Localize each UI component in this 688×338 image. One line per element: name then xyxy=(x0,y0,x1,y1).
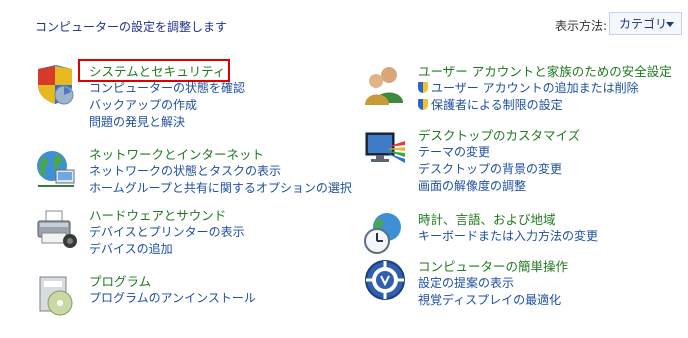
link-change-background[interactable]: デスクトップの背景の変更 xyxy=(418,161,580,178)
link-personalization[interactable]: デスクトップのカスタマイズ xyxy=(418,127,580,144)
page-title: コンピューターの設定を調整します xyxy=(35,20,228,34)
chevron-down-icon xyxy=(666,22,674,27)
link-clock-language-region[interactable]: 時計、言語、および地域 xyxy=(418,211,598,228)
shield-security-icon xyxy=(38,65,74,105)
link-uninstall-program[interactable]: プログラムのアンインストール xyxy=(89,290,256,307)
ease-of-access-icon xyxy=(365,260,405,300)
program-disc-icon xyxy=(39,276,73,316)
link-change-keyboard-input[interactable]: キーボードまたは入力方法の変更 xyxy=(418,228,598,245)
link-hardware-sound[interactable]: ハードウェアとサウンド xyxy=(89,207,245,224)
network-globe-icon xyxy=(37,151,75,187)
link-parental-controls[interactable]: 保護者による制限の設定 xyxy=(418,97,672,114)
link-programs[interactable]: プログラム xyxy=(89,273,256,290)
highlight-box xyxy=(78,59,230,82)
link-add-device[interactable]: デバイスの追加 xyxy=(89,241,245,258)
link-network-status-tasks[interactable]: ネットワークの状態とタスクの表示 xyxy=(89,163,352,180)
link-change-theme[interactable]: テーマの変更 xyxy=(418,144,580,161)
view-by-dropdown[interactable]: カテゴリ xyxy=(609,12,682,35)
link-adjust-resolution[interactable]: 画面の解像度の調整 xyxy=(418,178,580,195)
link-user-accounts-family[interactable]: ユーザー アカウントと家族のための安全設定 xyxy=(418,63,672,80)
link-devices-printers[interactable]: デバイスとプリンターの表示 xyxy=(89,224,245,241)
users-icon xyxy=(365,67,403,105)
link-ease-of-access[interactable]: コンピューターの簡単操作 xyxy=(418,258,568,275)
view-by-value: カテゴリ xyxy=(619,17,668,31)
clock-globe-icon xyxy=(364,213,401,254)
printer-icon xyxy=(37,210,77,248)
link-network-internet[interactable]: ネットワークとインターネット xyxy=(89,146,352,163)
link-review-computer-status[interactable]: コンピューターの状態を確認 xyxy=(89,80,245,97)
monitor-palette-icon xyxy=(365,132,405,163)
link-homegroup-sharing[interactable]: ホームグループと共有に関するオプションの選択 xyxy=(89,180,352,197)
link-find-fix-problems[interactable]: 問題の発見と解決 xyxy=(89,114,245,131)
link-suggested-settings[interactable]: 設定の提案の表示 xyxy=(418,275,568,292)
link-optimize-display[interactable]: 視覚ディスプレイの最適化 xyxy=(418,292,568,309)
view-by-label: 表示方法: xyxy=(555,19,608,33)
link-add-remove-accounts[interactable]: ユーザー アカウントの追加または削除 xyxy=(418,80,672,97)
link-create-backup[interactable]: バックアップの作成 xyxy=(89,97,245,114)
